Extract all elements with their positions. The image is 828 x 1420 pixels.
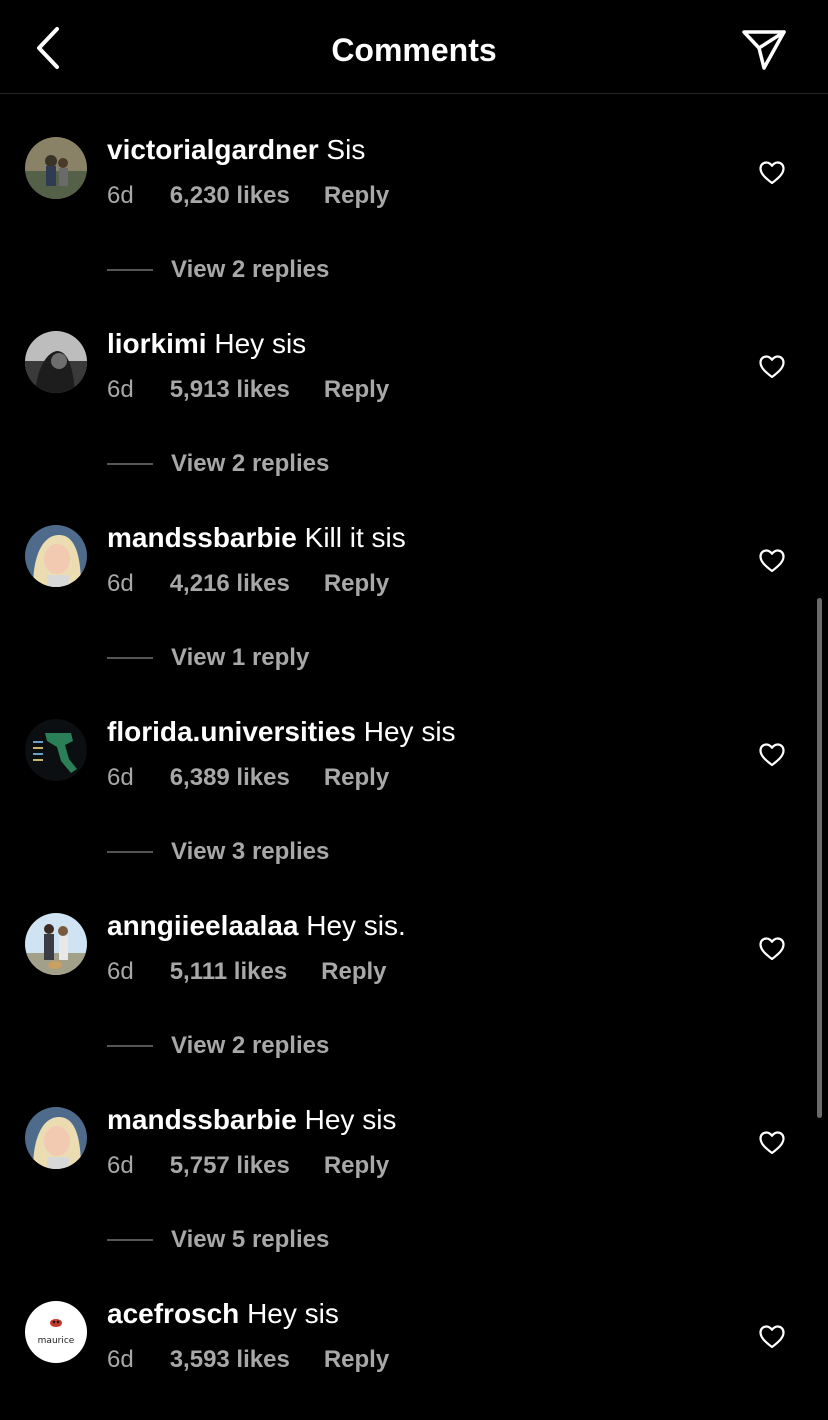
comment-username[interactable]: mandssbarbie xyxy=(107,1104,297,1135)
avatar[interactable]: maurice xyxy=(25,1301,87,1363)
replies-divider xyxy=(107,657,153,659)
comment-username[interactable]: liorkimi xyxy=(107,328,207,359)
comment-meta: 6d 6,389 likes Reply xyxy=(107,763,389,793)
view-replies-button[interactable]: View 2 replies xyxy=(107,447,329,481)
comment-item: liorkimi Hey sis 6d 5,913 likes Reply Vi… xyxy=(0,289,828,483)
comment-time: 6d xyxy=(107,1152,134,1179)
comment-item: victorialgardner Sis 6d 6,230 likes Repl… xyxy=(0,95,828,289)
comment-meta: 6d 4,216 likes Reply xyxy=(107,569,389,599)
avatar[interactable] xyxy=(25,913,87,975)
comment-text: mandssbarbie Hey sis xyxy=(107,1101,396,1139)
avatar[interactable] xyxy=(25,525,87,587)
comment-time: 6d xyxy=(107,376,134,403)
reply-button[interactable]: Reply xyxy=(324,181,389,211)
replies-divider xyxy=(107,1045,153,1047)
heart-icon[interactable] xyxy=(758,1129,786,1157)
view-replies-button[interactable]: View 2 replies xyxy=(107,1029,329,1063)
comment-body: Sis xyxy=(326,134,366,165)
comment-text: victorialgardner Sis xyxy=(107,131,365,169)
comment-likes[interactable]: 3,593 likes xyxy=(170,1345,290,1375)
paper-plane-icon xyxy=(742,30,786,70)
replies-divider xyxy=(107,463,153,465)
reply-button[interactable]: Reply xyxy=(324,763,389,793)
comment-username[interactable]: anngiieelaalaa xyxy=(107,910,298,941)
comment-username[interactable]: acefrosch xyxy=(107,1298,239,1329)
comment-item: mandssbarbie Kill it sis 6d 4,216 likes … xyxy=(0,483,828,677)
view-replies-button[interactable]: View 1 reply xyxy=(107,641,309,675)
reply-button[interactable]: Reply xyxy=(324,1345,389,1375)
comment-time: 6d xyxy=(107,958,134,985)
view-replies-button[interactable]: View 2 replies xyxy=(107,253,329,287)
avatar-wordmark: maurice xyxy=(38,1336,75,1346)
view-replies-label: View 2 replies xyxy=(171,256,330,283)
comment-time: 6d xyxy=(107,570,134,597)
comment-text: anngiieelaalaa Hey sis. xyxy=(107,907,406,945)
header: Comments xyxy=(0,0,828,94)
heart-icon[interactable] xyxy=(758,1323,786,1351)
comment-username[interactable]: mandssbarbie xyxy=(107,522,297,553)
replies-divider xyxy=(107,851,153,853)
view-replies-label: View 5 replies xyxy=(171,1226,330,1253)
view-replies-label: View 2 replies xyxy=(171,450,330,477)
comment-meta: 6d 3,593 likes Reply xyxy=(107,1345,389,1375)
replies-divider xyxy=(107,269,153,271)
avatar[interactable] xyxy=(25,719,87,781)
heart-icon[interactable] xyxy=(758,741,786,769)
avatar[interactable] xyxy=(25,1107,87,1169)
comment-item: anngiieelaalaa Hey sis. 6d 5,111 likes R… xyxy=(0,871,828,1065)
view-replies-button[interactable]: View 5 replies xyxy=(107,1223,329,1257)
comment-text: mandssbarbie Kill it sis xyxy=(107,519,406,557)
comment-likes[interactable]: 5,913 likes xyxy=(170,375,290,405)
reply-button[interactable]: Reply xyxy=(321,957,386,987)
reply-button[interactable]: Reply xyxy=(324,1151,389,1181)
comment-body: Hey sis xyxy=(247,1298,339,1329)
comment-text: liorkimi Hey sis xyxy=(107,325,306,363)
comment-likes[interactable]: 5,111 likes xyxy=(170,957,287,987)
view-replies-label: View 1 reply xyxy=(171,644,310,671)
comment-meta: 6d 5,913 likes Reply xyxy=(107,375,389,405)
comment-list[interactable]: victorialgardner Sis 6d 6,230 likes Repl… xyxy=(0,95,828,1420)
comment-username[interactable]: florida.universities xyxy=(107,716,356,747)
comment-body: Kill it sis xyxy=(304,522,406,553)
comment-item: maurice acefrosch Hey sis 6d 3,593 likes… xyxy=(0,1259,828,1420)
comment-text: acefrosch Hey sis xyxy=(107,1295,339,1333)
comment-meta: 6d 6,230 likes Reply xyxy=(107,181,389,211)
comment-time: 6d xyxy=(107,182,134,209)
comment-meta: 6d 5,757 likes Reply xyxy=(107,1151,389,1181)
heart-icon[interactable] xyxy=(758,935,786,963)
reply-button[interactable]: Reply xyxy=(324,569,389,599)
comment-username[interactable]: victorialgardner xyxy=(107,134,319,165)
heart-icon[interactable] xyxy=(758,547,786,575)
heart-icon[interactable] xyxy=(758,353,786,381)
comment-time: 6d xyxy=(107,764,134,791)
view-replies-label: View 3 replies xyxy=(171,838,330,865)
view-replies-label: View 2 replies xyxy=(171,1032,330,1059)
comment-likes[interactable]: 4,216 likes xyxy=(170,569,290,599)
comment-body: Hey sis. xyxy=(306,910,406,941)
avatar[interactable] xyxy=(25,137,87,199)
comment-likes[interactable]: 6,389 likes xyxy=(170,763,290,793)
comment-time: 6d xyxy=(107,1346,134,1373)
reply-button[interactable]: Reply xyxy=(324,375,389,405)
view-replies-button[interactable]: View 3 replies xyxy=(107,835,329,869)
comment-body: Hey sis xyxy=(363,716,456,747)
avatar[interactable] xyxy=(25,331,87,393)
share-button[interactable] xyxy=(736,24,792,76)
comment-item: mandssbarbie Hey sis 6d 5,757 likes Repl… xyxy=(0,1065,828,1259)
scrollbar[interactable] xyxy=(817,598,822,1118)
replies-divider xyxy=(107,1239,153,1241)
heart-icon[interactable] xyxy=(758,159,786,187)
comment-likes[interactable]: 5,757 likes xyxy=(170,1151,290,1181)
comment-body: Hey sis xyxy=(304,1104,397,1135)
page-title: Comments xyxy=(331,32,497,68)
comment-body: Hey sis xyxy=(214,328,307,359)
comment-likes[interactable]: 6,230 likes xyxy=(170,181,290,211)
comment-text: florida.universities Hey sis xyxy=(107,713,456,751)
comment-item: florida.universities Hey sis 6d 6,389 li… xyxy=(0,677,828,871)
comment-meta: 6d 5,111 likes Reply xyxy=(107,957,387,987)
